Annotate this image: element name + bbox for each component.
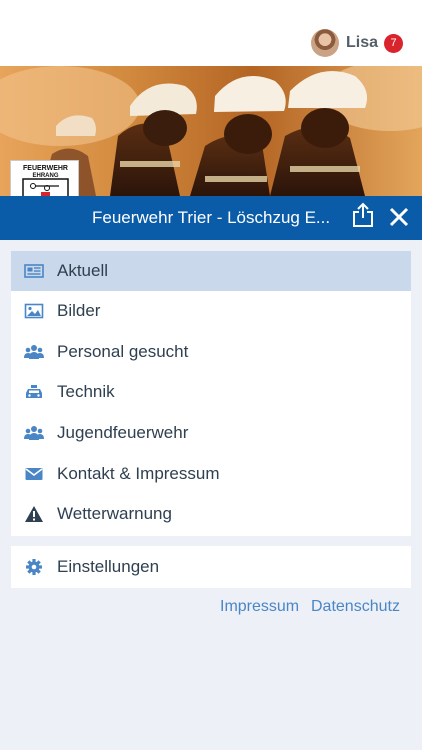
menu-item-kontakt-impressum[interactable]: Kontakt & Impressum [11, 454, 411, 494]
navigation-menu: Aktuell Bilder Personal gesucht Technik … [11, 251, 411, 536]
logo-text-line1: FEUERWEHR [23, 165, 68, 172]
menu-item-aktuell[interactable]: Aktuell [11, 251, 411, 291]
users-icon [24, 424, 44, 442]
user-name[interactable]: Lisa [346, 34, 378, 52]
menu-item-label: Bilder [57, 301, 101, 320]
users-icon [24, 343, 44, 361]
menu-item-jugendfeuerwehr[interactable]: Jugendfeuerwehr [11, 413, 411, 453]
menu-item-label: Personal gesucht [57, 342, 189, 361]
menu-item-label: Einstellungen [57, 557, 160, 576]
notification-badge[interactable]: 7 [384, 34, 403, 53]
menu-item-einstellungen[interactable]: Einstellungen [11, 546, 411, 588]
top-bar: Lisa 7 [0, 0, 422, 66]
menu-item-label: Aktuell [57, 261, 109, 280]
envelope-icon [24, 465, 44, 483]
close-icon[interactable] [388, 206, 410, 228]
datenschutz-link[interactable]: Datenschutz [311, 598, 400, 616]
impressum-link[interactable]: Impressum [220, 598, 299, 616]
menu-item-bilder[interactable]: Bilder [11, 291, 411, 331]
menu-item-label: Technik [57, 382, 115, 401]
menu-item-label: Kontakt & Impressum [57, 464, 220, 483]
page-title: Feuerwehr Trier - Löschzug E... [92, 208, 331, 227]
menu-item-personal-gesucht[interactable]: Personal gesucht [11, 332, 411, 372]
user-avatar[interactable] [311, 29, 339, 57]
image-icon [24, 302, 44, 320]
warning-icon [24, 505, 44, 523]
logo-text-line2: EHRANG [32, 173, 58, 179]
menu-item-wetterwarnung[interactable]: Wetterwarnung [11, 494, 411, 534]
menu-item-label: Jugendfeuerwehr [57, 423, 189, 442]
menu-item-label: Wetterwarnung [57, 504, 172, 523]
vehicle-icon [24, 383, 44, 401]
newspaper-icon [24, 262, 44, 280]
menu-item-technik[interactable]: Technik [11, 372, 411, 412]
share-icon[interactable] [352, 202, 374, 228]
gear-icon [24, 558, 44, 576]
